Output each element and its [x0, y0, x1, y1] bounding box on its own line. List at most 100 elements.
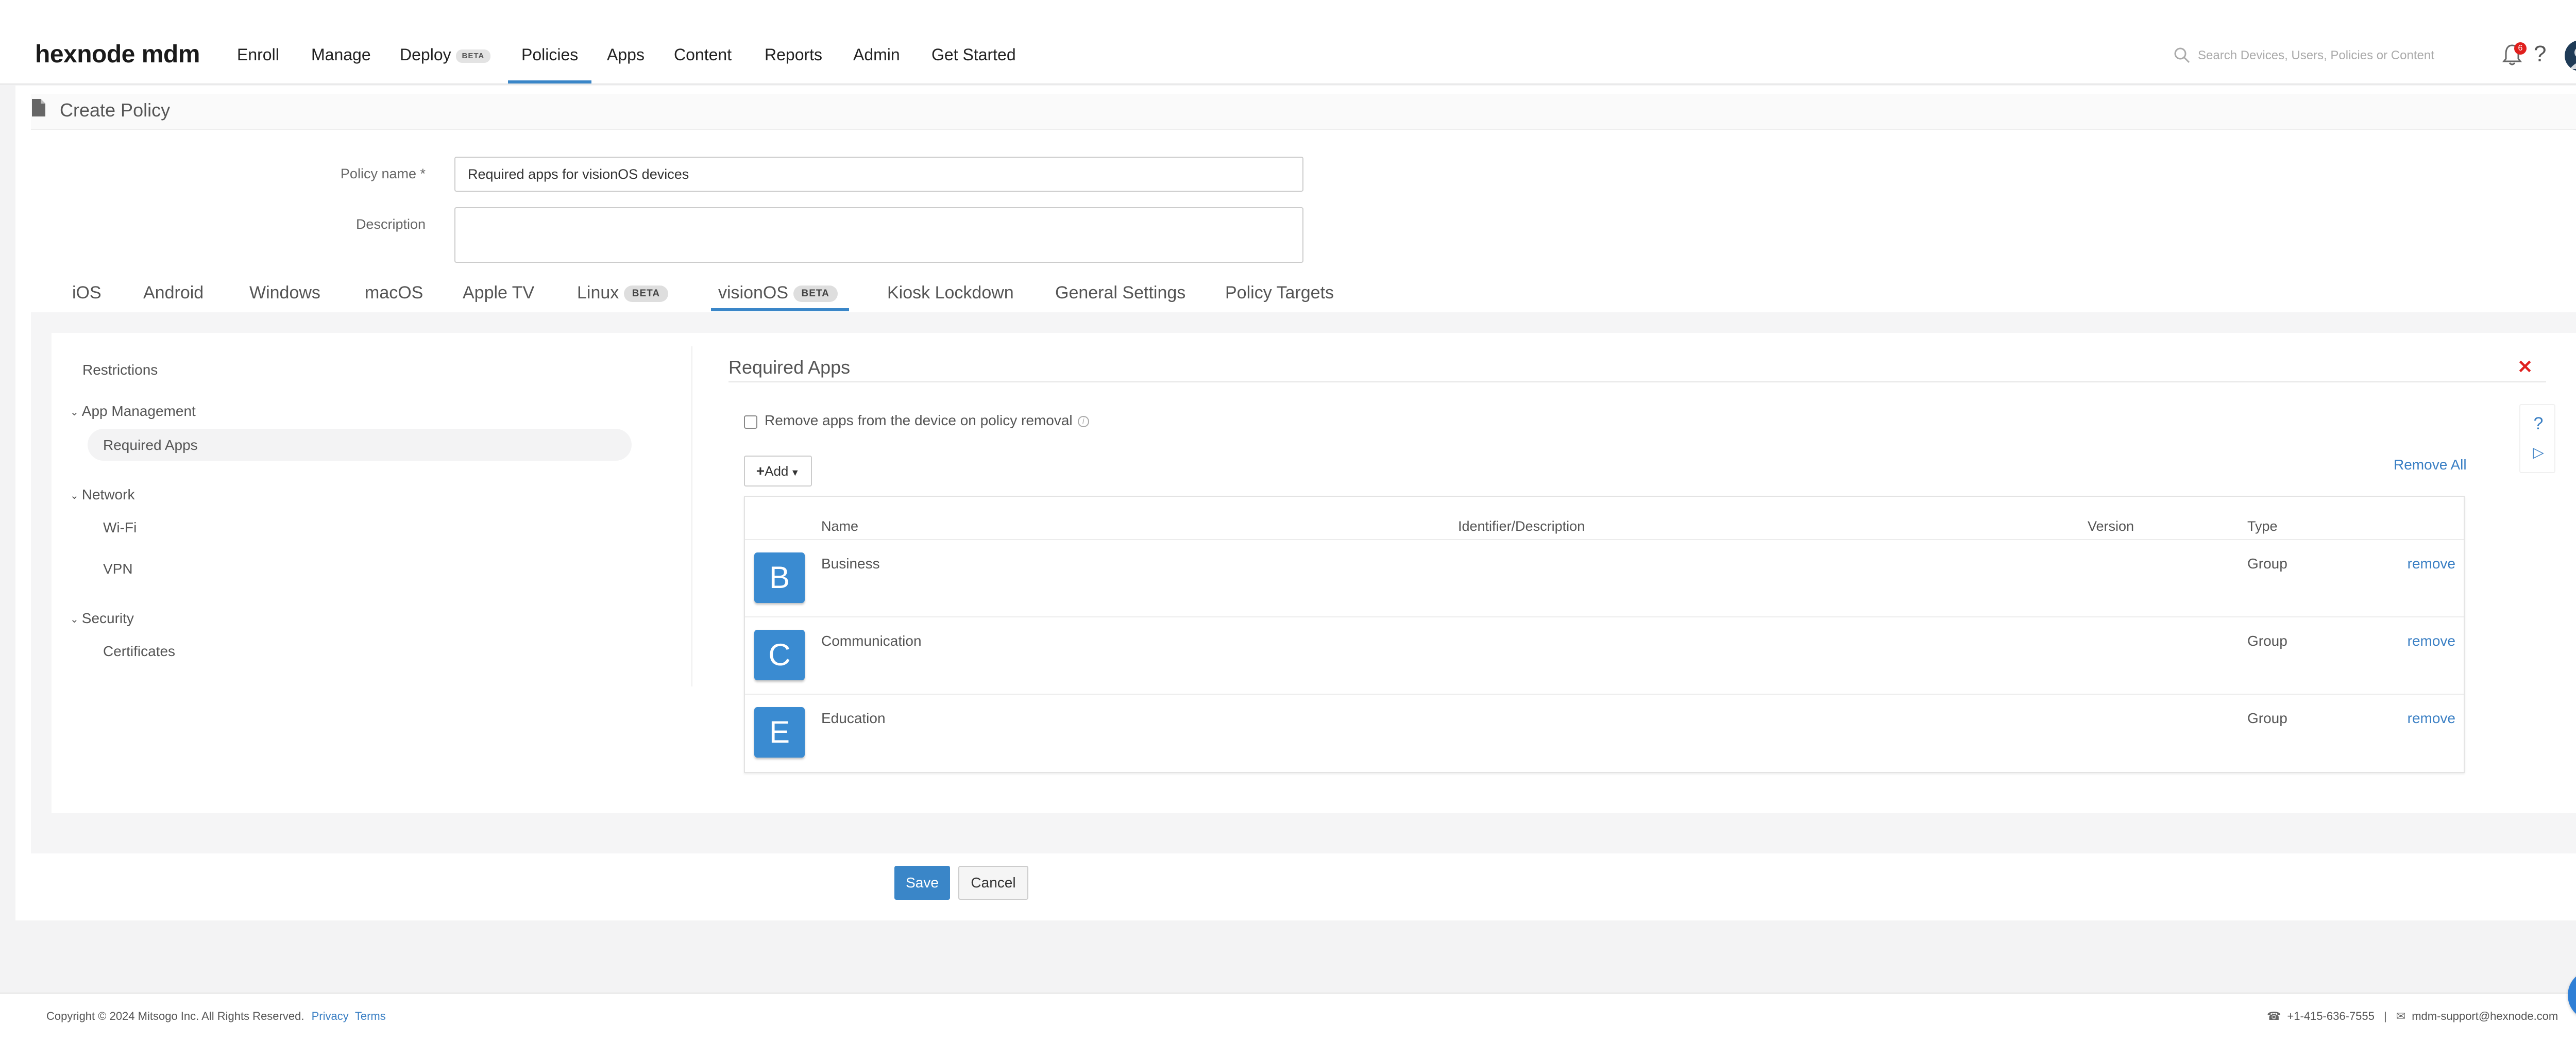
- question-icon[interactable]: ?: [2520, 412, 2556, 435]
- tab-label: Windows: [249, 283, 320, 303]
- add-dropdown-button[interactable]: +Add ▼: [744, 456, 812, 487]
- tab-label: Policy Targets: [1225, 283, 1334, 303]
- chat-support-button[interactable]: [2568, 970, 2576, 1020]
- remove-on-policy-removal-checkbox[interactable]: [744, 415, 757, 429]
- page-title: Create Policy: [60, 99, 171, 121]
- chevron-down-icon: ⌄: [70, 490, 79, 501]
- checkbox-label-text: Remove apps from the device on policy re…: [765, 412, 1073, 428]
- remove-on-policy-removal-label: Remove apps from the device on policy re…: [765, 411, 1089, 430]
- policy-name-input[interactable]: [454, 157, 1303, 192]
- sidebar-group-network[interactable]: ⌄ Network: [70, 485, 134, 505]
- privacy-link[interactable]: Privacy: [312, 1010, 349, 1022]
- page-title-bar: [31, 94, 2576, 130]
- cancel-button[interactable]: Cancel: [958, 866, 1028, 900]
- tab-macos[interactable]: macOS: [365, 281, 423, 304]
- nav-enroll[interactable]: Enroll: [237, 44, 279, 65]
- app-type: Group: [2247, 710, 2287, 726]
- nav-policies[interactable]: Policies: [521, 44, 578, 65]
- tab-label: Kiosk Lockdown: [887, 283, 1014, 303]
- nav-label: Apps: [607, 45, 645, 64]
- nav-label: Enroll: [237, 45, 279, 64]
- panel-divider: [691, 346, 692, 686]
- column-header-name: Name: [821, 518, 859, 534]
- footer: [0, 993, 2576, 1040]
- nav-apps[interactable]: Apps: [607, 44, 645, 65]
- close-icon[interactable]: ✕: [2517, 356, 2533, 378]
- tab-ios[interactable]: iOS: [72, 281, 101, 304]
- sidebar-item-restrictions[interactable]: Restrictions: [82, 361, 158, 379]
- footer-separator: |: [2383, 1010, 2387, 1022]
- play-icon[interactable]: ▷: [2520, 442, 2556, 463]
- sidebar-item-certificates[interactable]: Certificates: [103, 642, 175, 661]
- nav-deploy[interactable]: Deploy BETA: [400, 44, 491, 65]
- global-search: [2169, 45, 2437, 66]
- remove-all-link[interactable]: Remove All: [2394, 456, 2467, 474]
- chevron-down-icon: ⌄: [70, 406, 79, 418]
- terms-link[interactable]: Terms: [355, 1010, 386, 1022]
- nav-manage[interactable]: Manage: [311, 44, 371, 65]
- tab-policy-targets[interactable]: Policy Targets: [1225, 281, 1334, 304]
- app-type: Group: [2247, 556, 2287, 572]
- column-header-version: Version: [2088, 518, 2134, 534]
- bell-icon: [2502, 44, 2522, 68]
- remove-row-link[interactable]: remove: [2408, 555, 2455, 573]
- support-email[interactable]: mdm-support@hexnode.com: [2412, 1010, 2558, 1022]
- sidebar-item-required-apps[interactable]: Required Apps: [103, 436, 198, 455]
- search-icon: [2173, 46, 2191, 66]
- description-label: Description: [355, 216, 426, 232]
- sidebar-item-vpn[interactable]: VPN: [103, 560, 133, 578]
- tab-label: Apple TV: [463, 283, 535, 303]
- phone-number[interactable]: +1-415-636-7555: [2287, 1010, 2374, 1022]
- chevron-down-icon: ⌄: [70, 613, 79, 625]
- search-input[interactable]: [2198, 45, 2435, 66]
- save-button[interactable]: Save: [894, 866, 950, 900]
- add-label: Add: [765, 463, 789, 479]
- tab-android[interactable]: Android: [143, 281, 204, 304]
- document-icon: [31, 98, 46, 120]
- tab-label: Android: [143, 283, 204, 303]
- tab-label: visionOS: [718, 283, 789, 303]
- nav-label: Reports: [765, 45, 823, 64]
- app-type: Group: [2247, 633, 2287, 649]
- nav-admin[interactable]: Admin: [853, 44, 900, 65]
- tab-label: macOS: [365, 283, 423, 303]
- policy-name-label: Policy name *: [340, 166, 426, 181]
- nav-get-started[interactable]: Get Started: [931, 44, 1016, 65]
- sidebar-group-security[interactable]: ⌄ Security: [70, 609, 134, 629]
- tab-apple-tv[interactable]: Apple TV: [463, 281, 534, 304]
- app-name: Communication: [821, 633, 922, 649]
- nav-label: Deploy: [400, 45, 451, 64]
- phone-icon: ☎: [2267, 1010, 2281, 1022]
- active-tab-indicator: [711, 308, 849, 311]
- beta-badge: BETA: [793, 286, 838, 303]
- tab-general-settings[interactable]: General Settings: [1055, 281, 1185, 304]
- tab-linux[interactable]: Linux BETA: [577, 281, 669, 304]
- table-row: C Communication Group remove: [745, 616, 2464, 694]
- description-input[interactable]: [454, 207, 1303, 263]
- nav-reports[interactable]: Reports: [765, 44, 822, 65]
- sidebar-item-wifi[interactable]: Wi-Fi: [103, 518, 137, 537]
- tab-kiosk-lockdown[interactable]: Kiosk Lockdown: [887, 281, 1014, 304]
- column-header-type: Type: [2247, 518, 2278, 534]
- remove-row-link[interactable]: remove: [2408, 632, 2455, 650]
- section-divider: [728, 381, 2546, 382]
- copyright-text: Copyright © 2024 Mitsogo Inc. All Rights…: [46, 1010, 304, 1022]
- nav-label: Content: [674, 45, 732, 64]
- tab-visionos[interactable]: visionOS BETA: [718, 281, 838, 304]
- sidebar-group-app-management[interactable]: ⌄ App Management: [70, 402, 196, 422]
- tab-label: General Settings: [1055, 283, 1186, 303]
- sidebar-group-label: Network: [81, 487, 135, 502]
- column-header-identifier: Identifier/Description: [1458, 518, 1585, 534]
- notifications-button[interactable]: 6: [2502, 42, 2527, 68]
- hexnode-logo[interactable]: hexnode mdm: [35, 38, 200, 71]
- help-icon[interactable]: ?: [2534, 41, 2546, 67]
- chat-icon: [2568, 970, 2576, 1020]
- app-group-icon: B: [754, 552, 805, 603]
- remove-row-link[interactable]: remove: [2408, 709, 2455, 728]
- info-icon[interactable]: i: [1077, 415, 1089, 427]
- table-row: B Business Group remove: [745, 539, 2464, 616]
- app-group-icon: E: [754, 707, 805, 758]
- nav-content[interactable]: Content: [674, 44, 732, 65]
- tab-windows[interactable]: Windows: [249, 281, 320, 304]
- nav-label: Get Started: [931, 45, 1016, 64]
